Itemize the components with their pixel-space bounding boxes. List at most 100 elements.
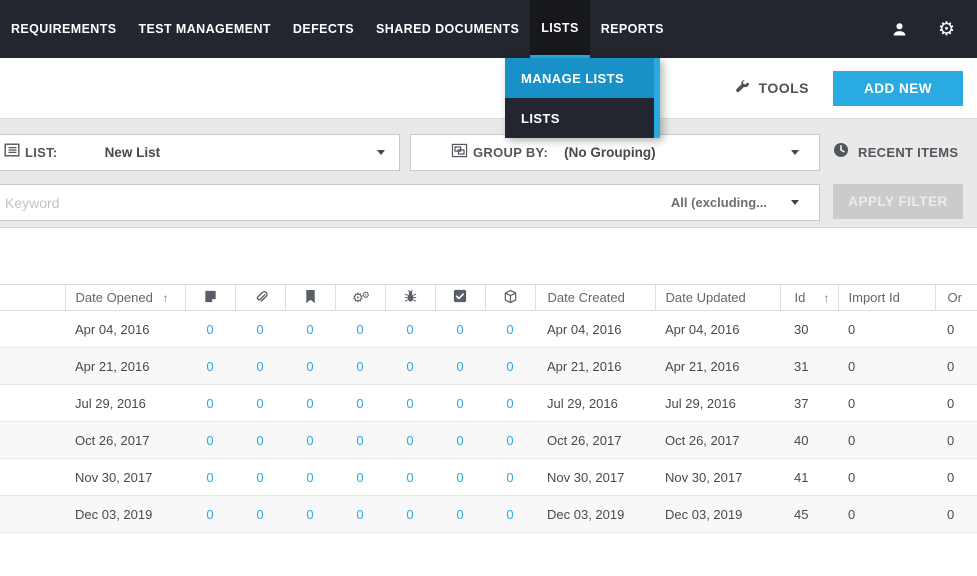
tasks-count-link[interactable]: 0 (456, 507, 463, 522)
wrench-icon (735, 79, 750, 97)
defects-count-link[interactable]: 0 (406, 396, 413, 411)
items-count-link[interactable]: 0 (506, 322, 513, 337)
notes-count-link[interactable]: 0 (206, 322, 213, 337)
nav-item-shared-documents[interactable]: SHARED DOCUMENTS (365, 0, 530, 58)
tasks-count-link[interactable]: 0 (456, 396, 463, 411)
tasks-count-link[interactable]: 0 (456, 322, 463, 337)
tasks-count-link[interactable]: 0 (456, 470, 463, 485)
column-header-import-id[interactable]: Import Id (838, 284, 936, 311)
items-count-link[interactable]: 0 (506, 396, 513, 411)
table-row[interactable]: Jul 29, 2016 0 0 0 0 0 0 0 Jul 29, 2016 … (0, 384, 977, 422)
bookmarks-count-link[interactable]: 0 (306, 507, 313, 522)
automations-count-link[interactable]: 0 (356, 359, 363, 374)
menu-item-lists[interactable]: LISTS (505, 98, 654, 138)
table-row[interactable]: Oct 26, 2017 0 0 0 0 0 0 0 Oct 26, 2017 … (0, 421, 977, 459)
bookmarks-count-link[interactable]: 0 (306, 433, 313, 448)
group-by-selector[interactable]: GROUP BY: (No Grouping) (410, 134, 820, 171)
notes-count-link[interactable]: 0 (206, 396, 213, 411)
defects-count-link[interactable]: 0 (406, 507, 413, 522)
import-id-cell: 0 (838, 495, 935, 533)
menu-item-manage-lists[interactable]: MANAGE LISTS (505, 58, 654, 98)
tasks-count-link[interactable]: 0 (456, 433, 463, 448)
gear-icon[interactable]: ⚙ (938, 20, 955, 39)
items-count-link[interactable]: 0 (506, 470, 513, 485)
column-header-defects[interactable] (385, 284, 436, 311)
attachments-count-link[interactable]: 0 (256, 470, 263, 485)
column-header-items[interactable] (485, 284, 536, 311)
date-opened-cell: Apr 04, 2016 (65, 310, 185, 348)
defects-count-link[interactable]: 0 (406, 322, 413, 337)
bookmark-icon (304, 289, 317, 307)
recent-items-button[interactable]: RECENT ITEMS (833, 134, 965, 171)
user-icon[interactable] (891, 21, 908, 38)
column-header-bookmarks[interactable] (285, 284, 336, 311)
attachments-count-link[interactable]: 0 (256, 507, 263, 522)
notes-count-link[interactable]: 0 (206, 433, 213, 448)
nav-item-reports[interactable]: REPORTS (590, 0, 675, 58)
items-count-link[interactable]: 0 (506, 359, 513, 374)
table-row[interactable]: Apr 04, 2016 0 0 0 0 0 0 0 Apr 04, 2016 … (0, 310, 977, 348)
apply-filter-button[interactable]: APPLY FILTER (833, 184, 963, 219)
nav-item-test-management[interactable]: TEST MANAGEMENT (128, 0, 282, 58)
automations-count-link[interactable]: 0 (356, 433, 363, 448)
automations-count-link[interactable]: 0 (356, 507, 363, 522)
column-header-date-opened[interactable]: Date Opened ↑ (65, 284, 186, 311)
date-updated-cell: Apr 04, 2016 (655, 310, 780, 348)
column-header-attachments[interactable] (235, 284, 286, 311)
automations-count-link[interactable]: 0 (356, 470, 363, 485)
table-row[interactable]: Apr 21, 2016 0 0 0 0 0 0 0 Apr 21, 2016 … (0, 347, 977, 385)
notes-count-link[interactable]: 0 (206, 359, 213, 374)
column-header-tasks[interactable] (435, 284, 486, 311)
defects-count-link[interactable]: 0 (406, 359, 413, 374)
automations-count-link[interactable]: 0 (356, 396, 363, 411)
import-id-cell: 0 (838, 347, 935, 385)
table-row[interactable]: Nov 30, 2017 0 0 0 0 0 0 0 Nov 30, 2017 … (0, 458, 977, 496)
column-header-notes[interactable] (185, 284, 236, 311)
defects-count-link[interactable]: 0 (406, 470, 413, 485)
table-row[interactable]: Dec 03, 2019 0 0 0 0 0 0 0 Dec 03, 2019 … (0, 495, 977, 533)
column-header-date-created[interactable]: Date Created (535, 284, 656, 311)
lists-dropdown-menu: MANAGE LISTS LISTS (505, 58, 660, 138)
tools-button[interactable]: TOOLS (735, 79, 809, 97)
nav-item-lists[interactable]: LISTS (530, 0, 590, 58)
date-opened-cell: Apr 21, 2016 (65, 347, 185, 385)
import-id-cell: 0 (838, 310, 935, 348)
or-cell: 0 (935, 310, 977, 348)
bookmarks-count-link[interactable]: 0 (306, 359, 313, 374)
items-count-link[interactable]: 0 (506, 433, 513, 448)
keyword-input[interactable] (5, 194, 659, 211)
attachments-count-link[interactable]: 0 (256, 359, 263, 374)
notes-icon (203, 290, 218, 307)
attachments-count-link[interactable]: 0 (256, 396, 263, 411)
column-header-id[interactable]: Id ↑ (780, 284, 839, 311)
bookmarks-count-link[interactable]: 0 (306, 322, 313, 337)
import-id-cell: 0 (838, 384, 935, 422)
automations-count-link[interactable]: 0 (356, 322, 363, 337)
chevron-down-icon[interactable] (791, 200, 799, 205)
column-header-date-updated[interactable]: Date Updated (655, 284, 781, 311)
attachments-count-link[interactable]: 0 (256, 433, 263, 448)
column-header-automations[interactable]: ⚙⚙ (335, 284, 386, 311)
column-header-or[interactable]: Or (935, 284, 977, 311)
nav-item-defects[interactable]: DEFECTS (282, 0, 365, 58)
notes-count-link[interactable]: 0 (206, 507, 213, 522)
date-updated-cell: Dec 03, 2019 (655, 495, 780, 533)
sort-asc-icon: ↑ (823, 290, 830, 305)
id-cell: 45 (780, 495, 838, 533)
notes-count-link[interactable]: 0 (206, 470, 213, 485)
date-opened-cell: Dec 03, 2019 (65, 495, 185, 533)
list-selector[interactable]: LIST: New List (0, 134, 400, 171)
defects-count-link[interactable]: 0 (406, 433, 413, 448)
add-new-button[interactable]: ADD NEW (833, 70, 963, 106)
group-by-label: GROUP BY: (473, 145, 549, 160)
attachments-count-link[interactable]: 0 (256, 322, 263, 337)
date-created-cell: Dec 03, 2019 (535, 495, 655, 533)
scope-select-value[interactable]: All (excluding... (671, 195, 767, 210)
tasks-count-link[interactable]: 0 (456, 359, 463, 374)
bookmarks-count-link[interactable]: 0 (306, 396, 313, 411)
id-cell: 37 (780, 384, 838, 422)
clock-icon (833, 142, 849, 163)
items-count-link[interactable]: 0 (506, 507, 513, 522)
bookmarks-count-link[interactable]: 0 (306, 470, 313, 485)
nav-item-requirements[interactable]: REQUIREMENTS (0, 0, 128, 58)
